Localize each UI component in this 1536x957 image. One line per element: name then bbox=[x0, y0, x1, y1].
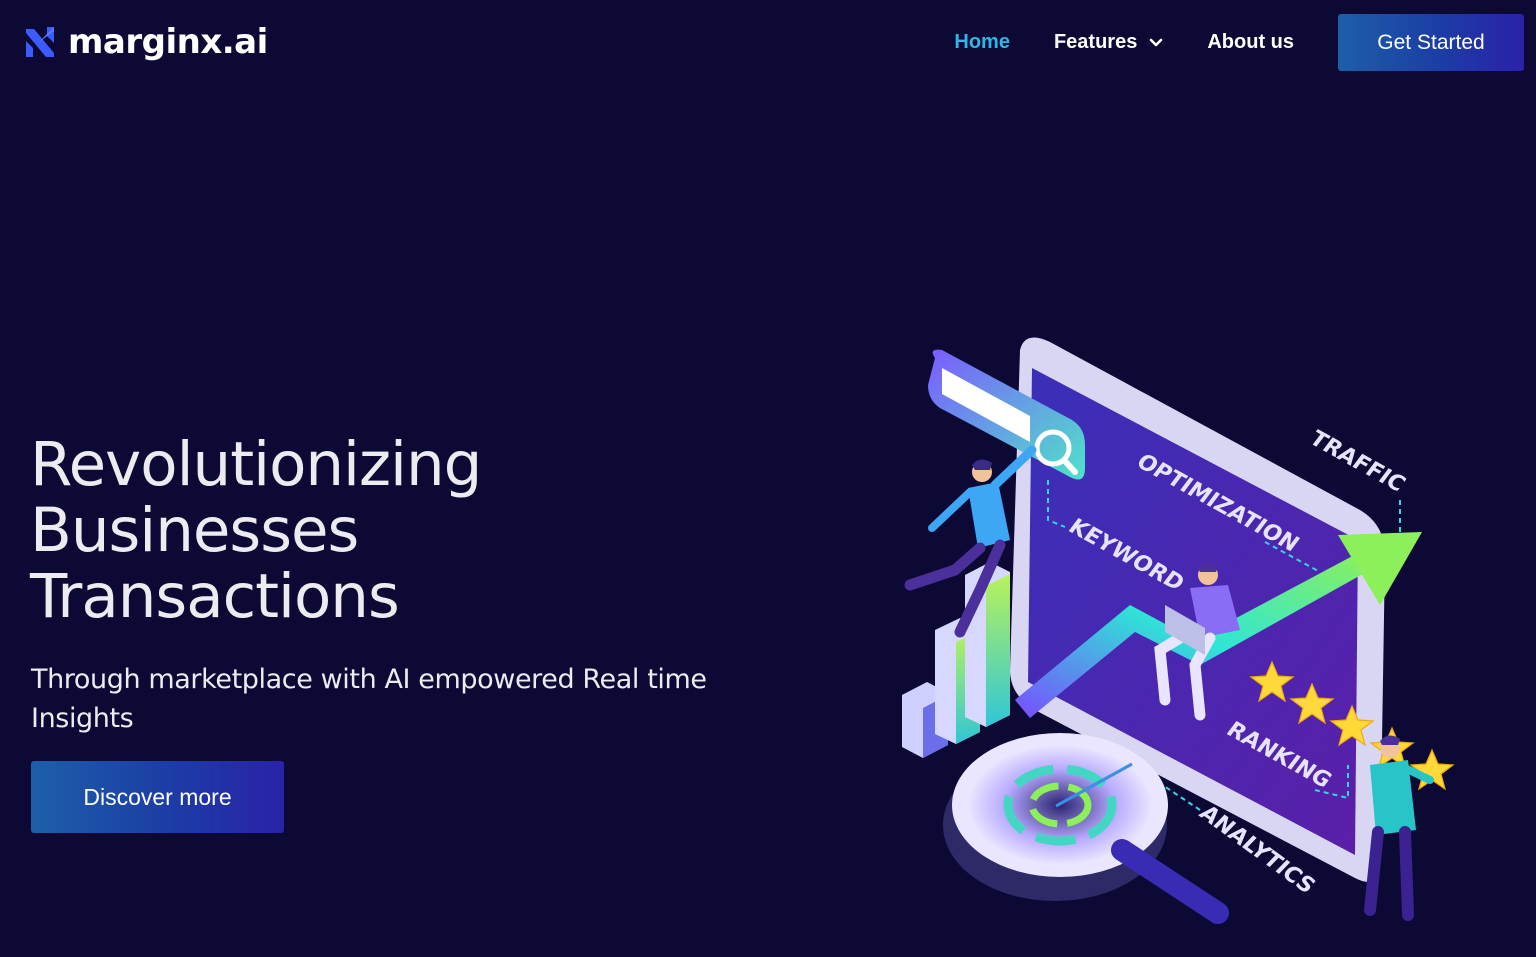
nav-home-label: Home bbox=[954, 31, 1010, 53]
landing-page: marginx.ai Home Features About us Get St… bbox=[0, 0, 1536, 957]
analytics-illustration-image: OPTIMIZATION TRAFFIC KEYWORD RANKING ANA… bbox=[902, 337, 1455, 924]
get-started-button[interactable]: Get Started bbox=[1338, 14, 1524, 71]
nav-about-us-label: About us bbox=[1207, 31, 1294, 53]
logo-mark-icon bbox=[26, 27, 54, 57]
discover-more-button[interactable]: Discover more bbox=[31, 761, 284, 833]
nav-home[interactable]: Home bbox=[954, 31, 1010, 54]
brand-logo[interactable]: marginx.ai bbox=[24, 22, 268, 62]
hero-title-line: Businesses bbox=[30, 495, 359, 566]
hero-title: Revolutionizing Businesses Transactions bbox=[30, 429, 482, 632]
nav-features[interactable]: Features bbox=[1054, 31, 1163, 54]
hero-title-line: Transactions bbox=[30, 561, 400, 632]
main-nav: Home Features About us Get Started bbox=[954, 14, 1524, 71]
hero-title-line: Revolutionizing bbox=[30, 429, 482, 500]
label-traffic: TRAFFIC bbox=[1304, 426, 1410, 497]
nav-about-us[interactable]: About us bbox=[1207, 31, 1294, 54]
chevron-down-icon bbox=[1150, 38, 1163, 46]
hero-subtitle: Through marketplace with AI empowered Re… bbox=[31, 664, 707, 734]
brand-name: marginx.ai bbox=[68, 22, 268, 62]
hero-illustration: OPTIMIZATION TRAFFIC KEYWORD RANKING ANA… bbox=[860, 320, 1480, 940]
nav-features-label: Features bbox=[1053, 31, 1138, 53]
bar-chart-shape bbox=[902, 562, 1010, 758]
